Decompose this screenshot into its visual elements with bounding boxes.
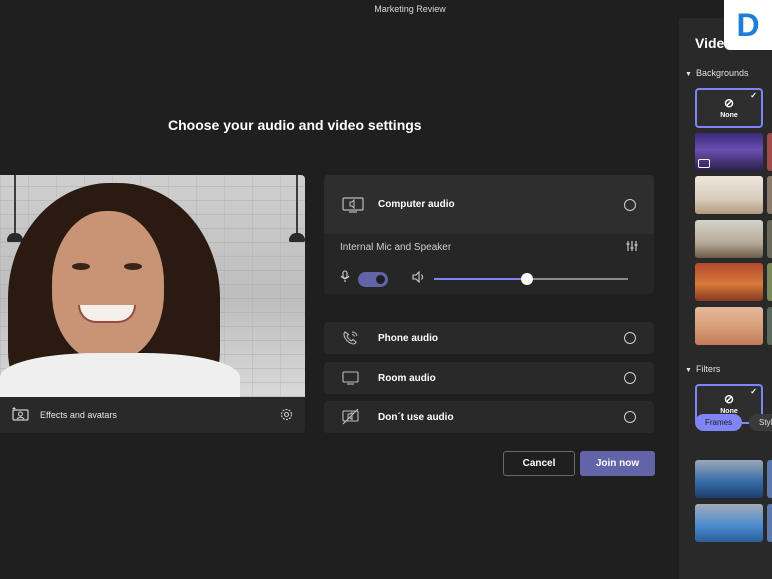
video-badge-icon [698, 159, 710, 168]
filters-section-toggle[interactable]: ▼ Filters [685, 364, 720, 374]
microphone-icon [340, 270, 350, 288]
computer-speaker-icon [342, 196, 366, 214]
audio-device-name: Internal Mic and Speaker [340, 241, 452, 253]
no-audio-radio[interactable] [624, 411, 636, 423]
caret-down-icon: ▼ [685, 367, 692, 374]
no-audio-label: Don´t use audio [378, 411, 454, 423]
video-toolbar: Effects and avatars [0, 397, 305, 433]
phone-audio-label: Phone audio [378, 332, 438, 344]
room-display-icon [342, 369, 366, 387]
computer-audio-radio[interactable] [624, 198, 636, 211]
filters-label: Filters [695, 364, 721, 374]
backgrounds-section-toggle[interactable]: ▼ Backgrounds [685, 68, 748, 78]
room-audio-radio[interactable] [624, 372, 636, 384]
speaker-volume-slider[interactable] [434, 273, 628, 285]
background-thumbnail[interactable] [695, 263, 763, 301]
microphone-toggle[interactable] [358, 271, 388, 287]
phone-icon [342, 329, 366, 347]
cancel-button[interactable]: Cancel [503, 451, 575, 476]
style-chip[interactable]: Styl [749, 414, 772, 431]
brand-logo: D [724, 0, 772, 50]
background-thumbnail[interactable] [695, 307, 763, 345]
effects-and-avatars-button[interactable]: Effects and avatars [40, 410, 117, 420]
background-thumbnail[interactable] [695, 176, 763, 214]
background-thumbnail[interactable] [695, 220, 763, 258]
phone-audio-radio[interactable] [624, 332, 636, 344]
checkmark-icon: ✓ [750, 91, 757, 100]
checkmark-icon: ✓ [750, 387, 757, 396]
no-audio-option[interactable]: Don´t use audio [324, 401, 654, 433]
window-title: Marketing Review [374, 4, 446, 14]
filter-thumbnail[interactable] [695, 460, 763, 498]
speaker-icon [412, 270, 426, 288]
side-panel-title: Vide [695, 35, 725, 51]
effects-icon[interactable] [12, 407, 30, 423]
frames-chip[interactable]: Frames [695, 414, 743, 431]
device-settings-icon[interactable] [626, 240, 638, 255]
gear-icon[interactable] [280, 408, 293, 423]
video-preview-card: Effects and avatars [0, 175, 305, 433]
background-none-tile[interactable]: ✓ ⊘ None [695, 88, 763, 128]
join-now-button[interactable]: Join now [580, 451, 655, 476]
volume-slider-thumb[interactable] [521, 273, 534, 285]
room-audio-option[interactable]: Room audio [324, 362, 654, 394]
computer-audio-option[interactable]: Computer audio Internal Mic and Speaker [324, 175, 654, 294]
caret-down-icon: ▼ [685, 71, 692, 78]
backgrounds-label: Backgrounds [695, 68, 749, 78]
audio-controls-row [324, 264, 654, 294]
phone-audio-option[interactable]: Phone audio [324, 322, 654, 354]
no-audio-icon [342, 408, 366, 426]
filter-thumbnail[interactable] [695, 504, 763, 542]
none-icon: ⊘ [723, 392, 735, 406]
computer-audio-row[interactable]: Computer audio [324, 175, 654, 234]
room-audio-label: Room audio [378, 372, 436, 384]
background-thumbnail[interactable] [695, 133, 763, 171]
audio-device-row[interactable]: Internal Mic and Speaker [324, 234, 654, 260]
camera-preview [0, 175, 305, 397]
none-icon: ⊘ [723, 96, 735, 110]
computer-audio-label: Computer audio [378, 199, 455, 210]
background-none-label: None [720, 112, 738, 119]
page-heading: Choose your audio and video settings [168, 117, 422, 133]
